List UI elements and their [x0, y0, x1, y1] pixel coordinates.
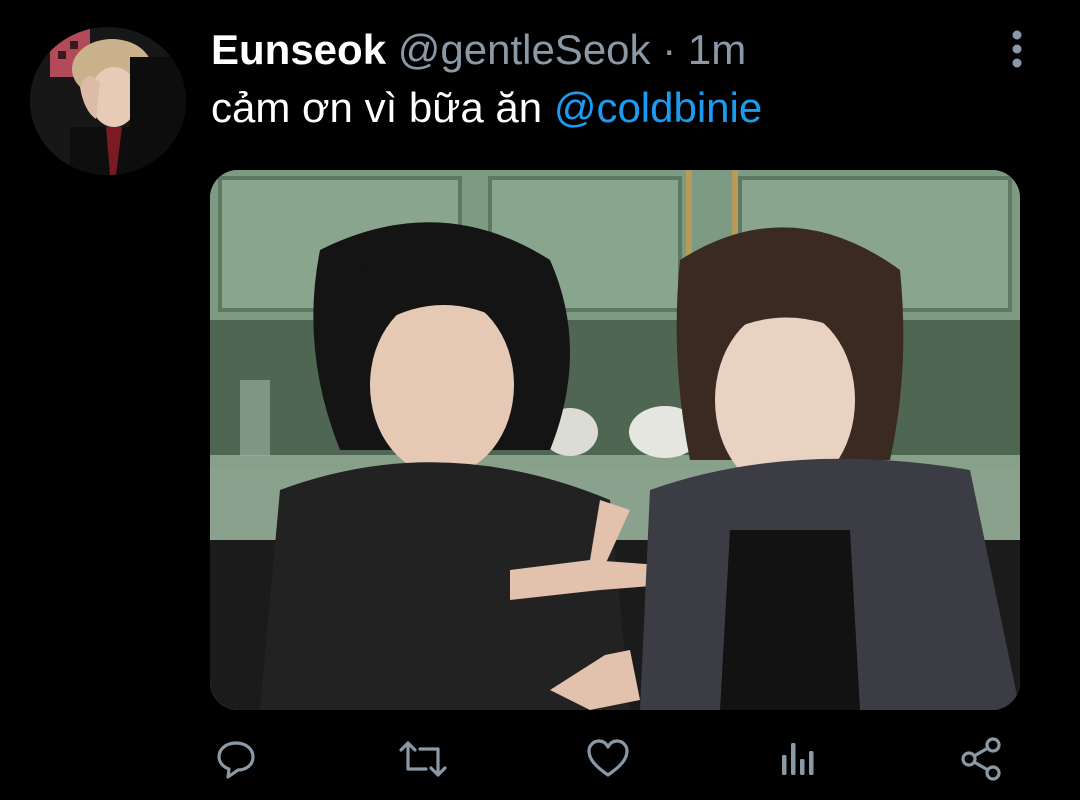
reply-icon: [217, 741, 255, 779]
tweet-actions: [0, 728, 1080, 792]
user-handle[interactable]: @gentleSeok: [398, 26, 651, 73]
avatar-photo: [30, 27, 186, 175]
reply-button[interactable]: [211, 734, 261, 784]
share-button[interactable]: [957, 734, 1007, 784]
retweet-icon: [399, 741, 447, 777]
tweet-photo[interactable]: [210, 170, 1020, 710]
avatar[interactable]: [30, 27, 186, 175]
share-icon: [961, 737, 1001, 781]
separator-dot: ·: [662, 26, 677, 73]
tweet[interactable]: Eunseok @gentleSeok · 1m cảm ơn vì bữa ă…: [0, 0, 1080, 800]
tweet-header: Eunseok @gentleSeok · 1m: [211, 26, 746, 74]
retweet-button[interactable]: [398, 734, 448, 784]
more-vertical-icon: [1012, 30, 1022, 68]
photo-image: [210, 170, 1020, 710]
tweet-body: cảm ơn vì bữa ăn: [211, 84, 543, 131]
analytics-icon: [782, 743, 814, 775]
more-options-button[interactable]: [1000, 26, 1034, 72]
like-icon: [587, 739, 629, 777]
like-button[interactable]: [583, 734, 633, 784]
mention-link[interactable]: @coldbinie: [554, 84, 762, 131]
tweet-text: cảm ơn vì bữa ăn @coldbinie: [211, 84, 762, 132]
analytics-button[interactable]: [771, 734, 821, 784]
display-name[interactable]: Eunseok: [211, 26, 386, 73]
timestamp[interactable]: 1m: [688, 26, 746, 73]
